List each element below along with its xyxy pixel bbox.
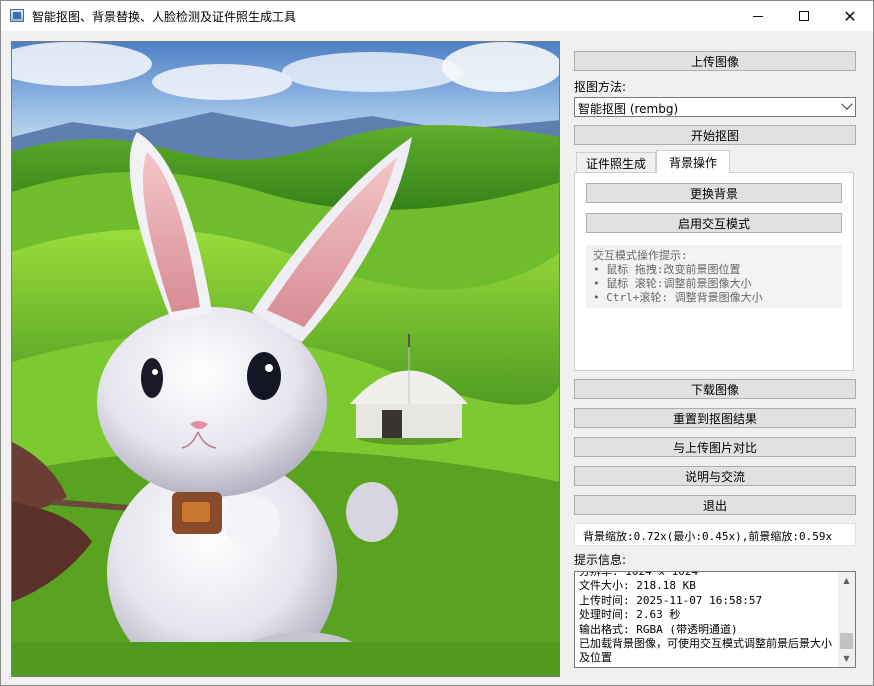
method-label: 抠图方法: — [574, 80, 627, 94]
info-label: 提示信息: — [574, 553, 627, 567]
reset-button[interactable]: 重置到抠图结果 — [574, 408, 856, 428]
compare-button[interactable]: 与上传图片对比 — [574, 437, 856, 457]
scale-status: 背景缩放:0.72x(最小:0.45x),前景缩放:0.59x — [574, 523, 856, 546]
close-icon: ✕ — [843, 6, 857, 26]
help-button[interactable]: 说明与交流 — [574, 466, 856, 486]
log-line: 文件大小: 218.18 KB — [579, 579, 696, 593]
start-matting-button[interactable]: 开始抠图 — [574, 125, 856, 145]
minimize-icon — [753, 15, 763, 17]
interactive-mode-button[interactable]: 启用交互模式 — [586, 213, 842, 233]
hint-title: 交互模式操作提示: — [593, 249, 688, 262]
image-preview[interactable] — [11, 41, 560, 677]
replace-background-button[interactable]: 更换背景 — [586, 183, 842, 203]
hint-ctrl-scroll: • Ctrl+滚轮: 调整背景图像大小 — [593, 291, 763, 304]
minimize-button[interactable] — [735, 1, 781, 31]
preview-image — [12, 42, 559, 676]
scroll-up-icon[interactable]: ▲ — [838, 572, 855, 589]
info-log[interactable]: 分辨率: 1024 x 1024 文件大小: 218.18 KB 上传时间: 2… — [574, 571, 856, 668]
hint-drag: • 鼠标 拖拽:改变前景图位置 — [593, 263, 741, 276]
interactive-hints: 交互模式操作提示: • 鼠标 拖拽:改变前景图位置 • 鼠标 滚轮:调整前景图像… — [586, 245, 842, 308]
app-window: 智能抠图、背景替换、人脸检测及证件照生成工具 ✕ 上传图像 抠图方法: 智能抠图… — [0, 0, 874, 686]
method-select-value: 智能抠图 (rembg) — [578, 102, 679, 116]
tab-background[interactable]: 背景操作 — [656, 150, 730, 173]
upload-image-button[interactable]: 上传图像 — [574, 51, 856, 71]
hint-scroll: • 鼠标 滚轮:调整前景图像大小 — [593, 277, 752, 290]
log-line: 处理时间: 2.63 秒 — [579, 608, 681, 622]
maximize-icon — [799, 11, 809, 21]
scroll-down-icon[interactable]: ▼ — [838, 650, 855, 667]
log-line: 上传时间: 2025-11-07 16:58:57 — [579, 593, 763, 607]
exit-button[interactable]: 退出 — [574, 495, 856, 515]
tab-id-photo[interactable]: 证件照生成 — [576, 152, 656, 173]
close-button[interactable]: ✕ — [827, 1, 873, 31]
maximize-button[interactable] — [781, 1, 827, 31]
method-select[interactable]: 智能抠图 (rembg) — [574, 97, 856, 117]
window-title: 智能抠图、背景替换、人脸检测及证件照生成工具 — [32, 10, 297, 24]
download-button[interactable]: 下载图像 — [574, 379, 856, 399]
chevron-down-icon — [841, 98, 853, 110]
app-icon — [10, 9, 24, 22]
scrollbar-thumb[interactable] — [840, 633, 853, 649]
log-line: 已加载背景图像，可使用交互模式调整前景后景大小及位置 — [579, 637, 832, 665]
log-scrollbar[interactable]: ▲ ▼ — [838, 572, 855, 667]
log-line: 输出格式: RGBA (带透明通道) — [579, 622, 738, 636]
title-bar[interactable]: 智能抠图、背景替换、人脸检测及证件照生成工具 ✕ — [1, 1, 873, 31]
